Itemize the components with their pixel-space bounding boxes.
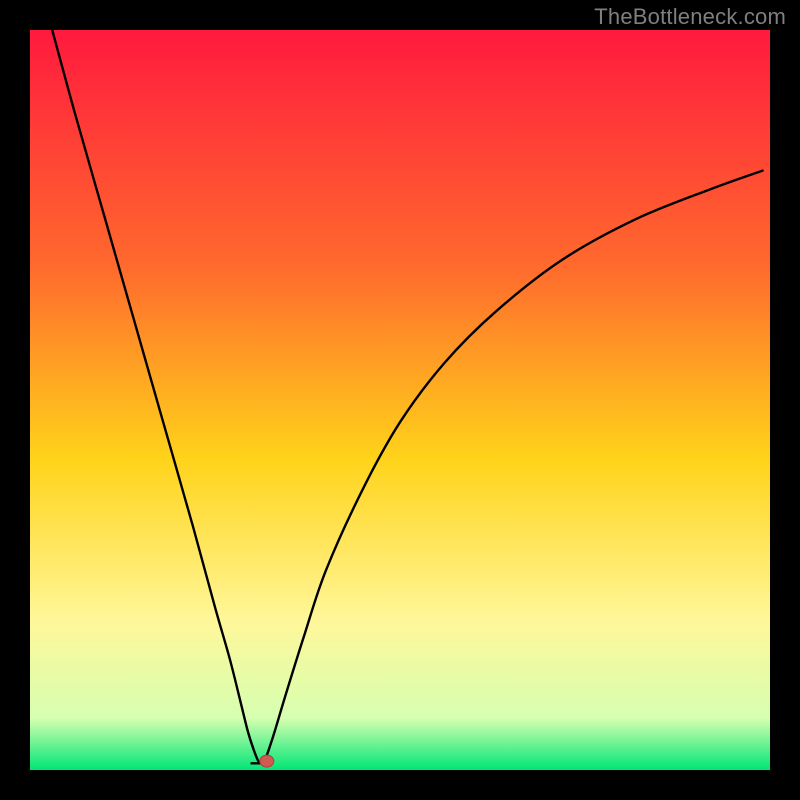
bottleneck-chart: [0, 0, 800, 800]
chart-background-gradient: [30, 30, 770, 770]
watermark-text: TheBottleneck.com: [594, 4, 786, 30]
optimal-point-marker: [260, 755, 274, 767]
